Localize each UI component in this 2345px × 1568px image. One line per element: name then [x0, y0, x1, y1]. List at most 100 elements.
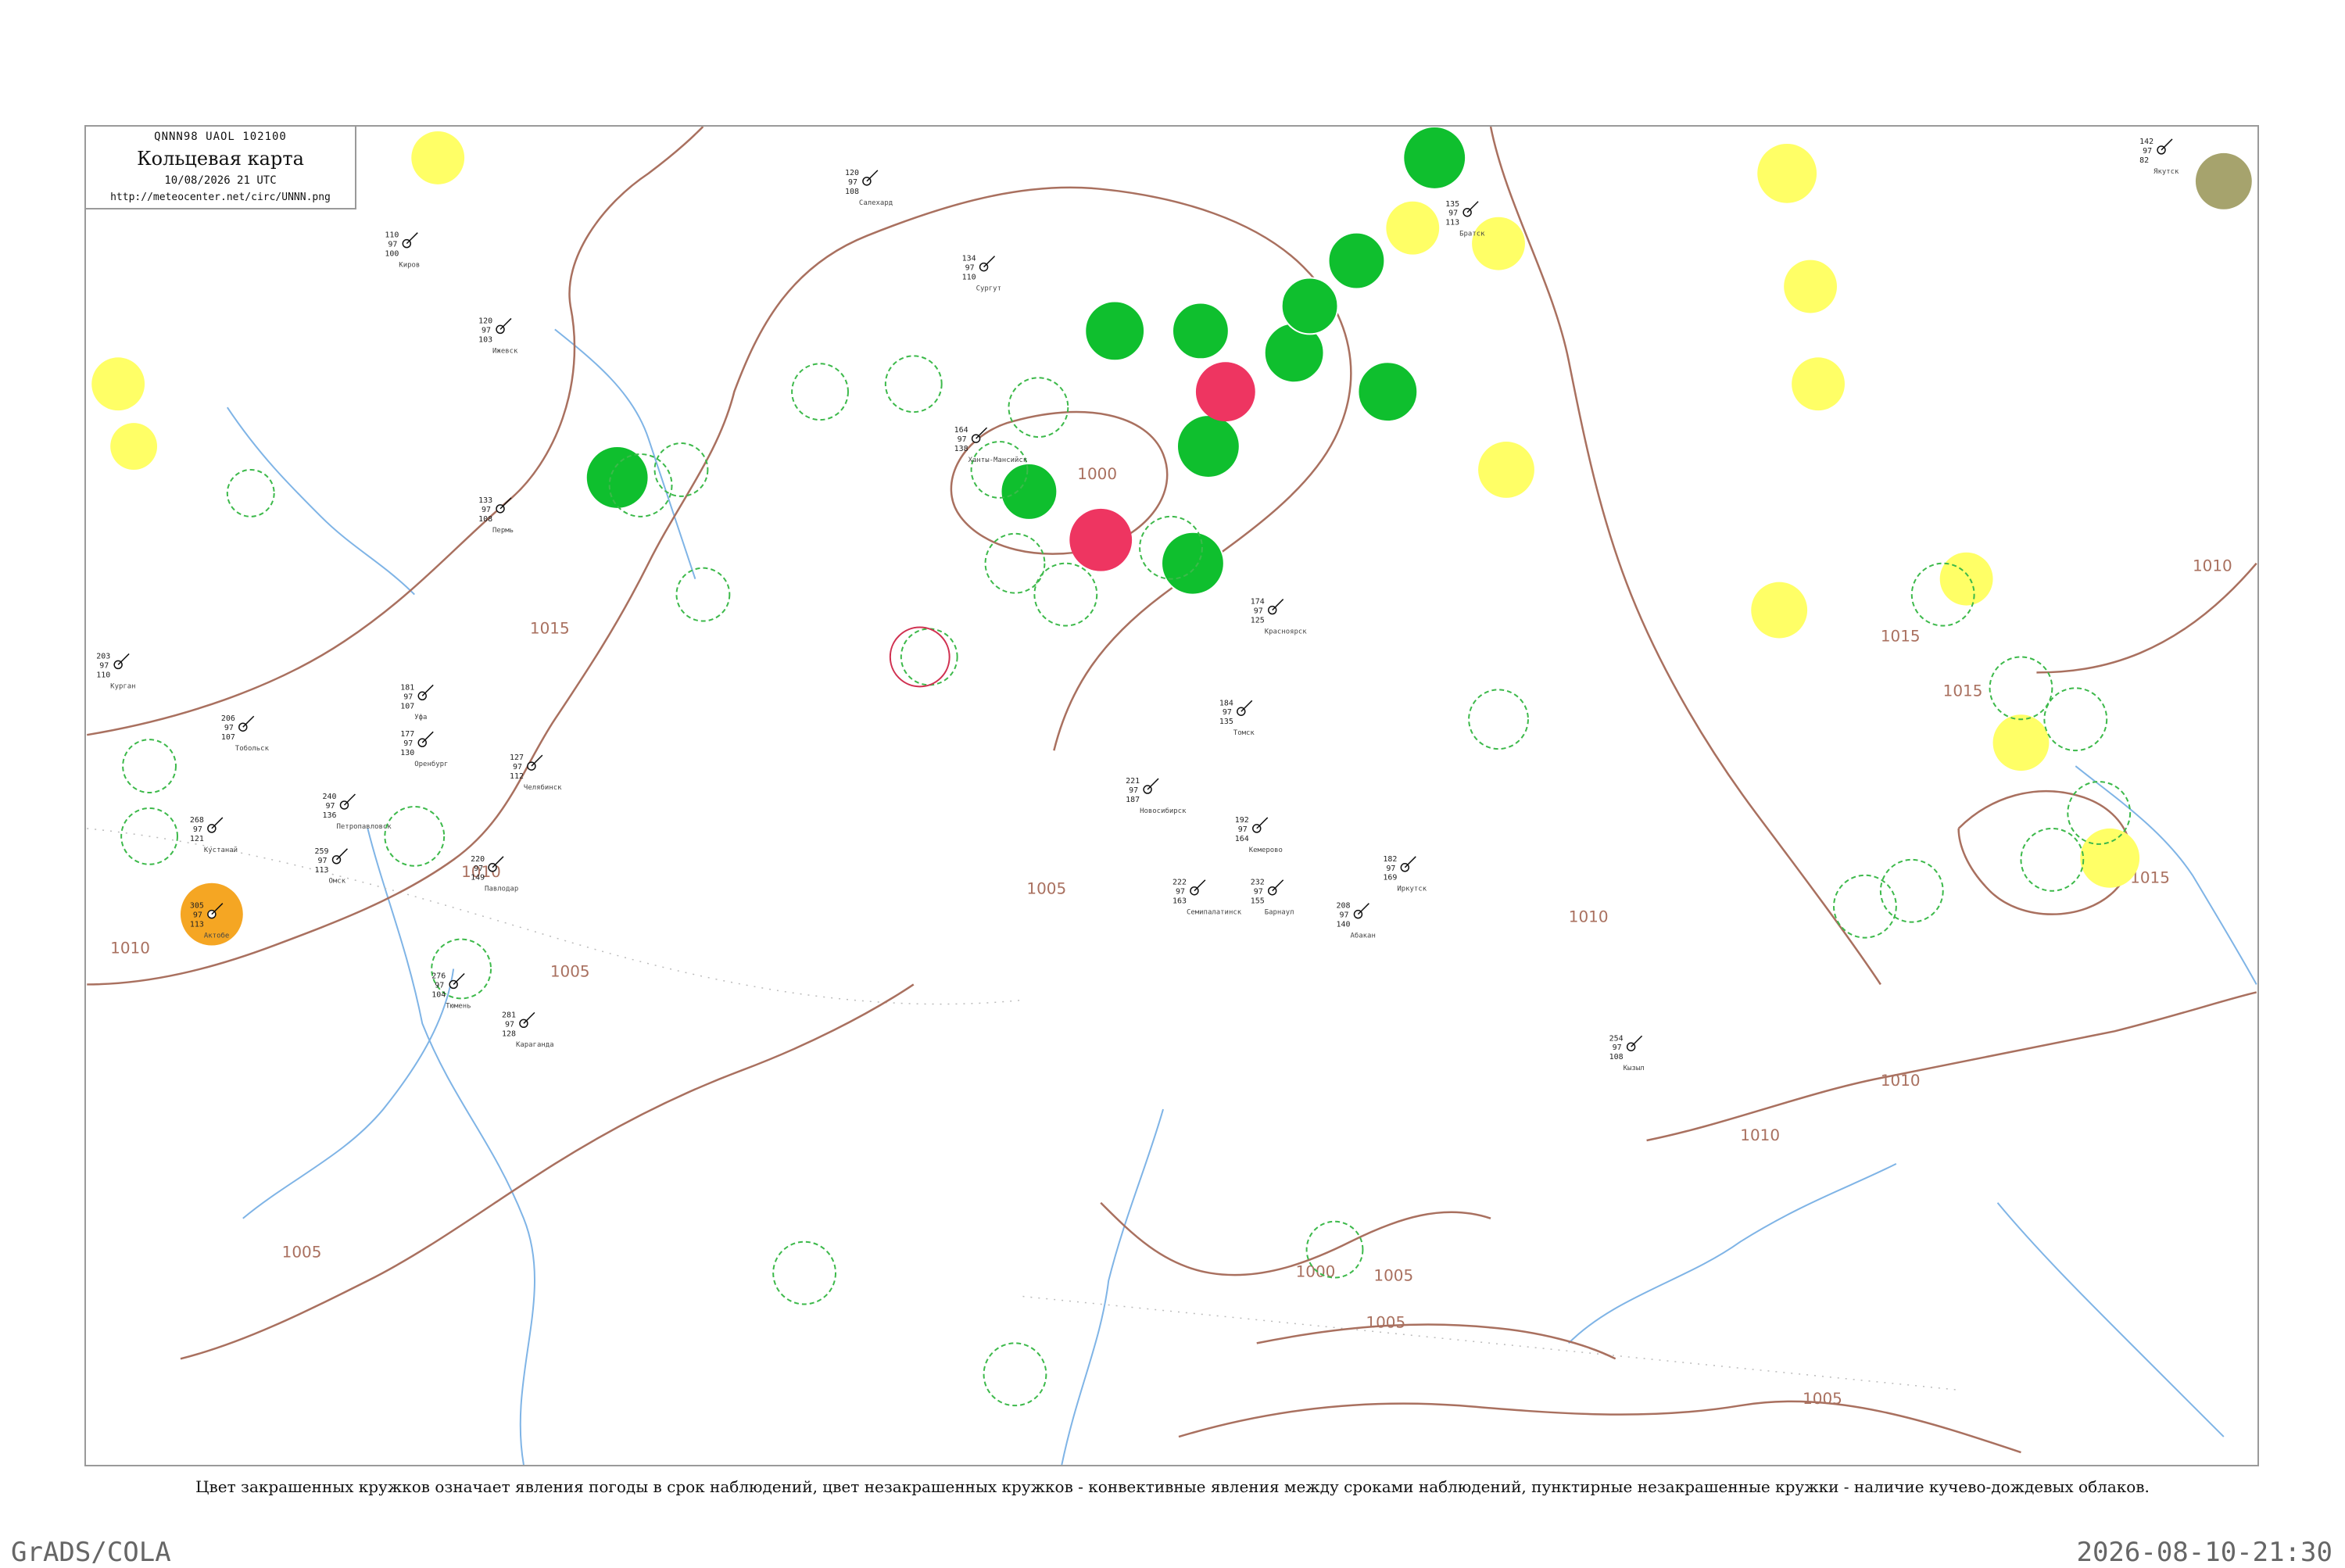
station-plot: 13497110Сургут — [962, 255, 1001, 293]
isobar-1005-south — [1178, 1400, 2021, 1454]
station-dewpoint-line: 97 — [958, 435, 967, 444]
station-dewpoint-line: 97 — [326, 802, 335, 811]
heavy-rain-circle — [1195, 362, 1255, 422]
station-dewpoint-line: 97 — [1176, 888, 1185, 897]
isobar-label: 1000 — [1077, 464, 1117, 483]
station-plot: 20697107Тобольск — [221, 714, 270, 753]
wind-barb-icon — [1272, 599, 1284, 611]
rain-circle — [1784, 260, 1838, 313]
station-plot: 26897121Кустанай — [190, 816, 238, 854]
wind-barb-icon — [983, 256, 996, 268]
station-plot: 12097103Ижевск — [478, 317, 518, 355]
wind-barb-icon — [2161, 138, 2173, 151]
isobar-label: 1010 — [110, 939, 150, 958]
cumulonimbus-circle — [1989, 656, 2053, 721]
station-dewpoint-line: 97 — [1129, 786, 1138, 795]
isobar-label: 1010 — [1569, 908, 1609, 926]
river-irtysh — [242, 968, 455, 1219]
station-name: Томск — [1233, 729, 1255, 737]
station-name: Тюмень — [446, 1002, 471, 1010]
station-name: Павлодар — [485, 886, 518, 893]
wind-barb-icon — [117, 653, 130, 665]
station-name: Омск — [329, 878, 346, 886]
wind-barb-icon — [453, 972, 465, 985]
wind-barb-icon — [242, 715, 255, 728]
cumulonimbus-circle — [1879, 858, 1944, 923]
station-name: Оренбург — [414, 760, 448, 768]
station-pressure: 107 — [221, 733, 235, 742]
thunderstorm-circle — [1000, 462, 1058, 521]
map-canvas: 1015 1010 1005 1000 1005 1000 1005 1005 … — [87, 127, 2257, 1465]
rain-circle — [1792, 357, 1845, 411]
isobar-label: 1005 — [1026, 879, 1066, 898]
station-plot: 25997113Омск — [315, 847, 348, 886]
station-plot: 16497138Ханты-Мансийск — [954, 426, 1028, 464]
station-dewpoint-line: 97 — [99, 661, 109, 670]
thunderstorm-circle — [1402, 127, 1467, 190]
station-plot: 22197187Новосибирск — [1126, 777, 1187, 815]
river-lena — [1568, 1163, 1897, 1344]
station-dewpoint-line: 97 — [193, 911, 202, 920]
isobar-label: 1005 — [1803, 1389, 1842, 1408]
isobar-label: 1005 — [550, 961, 590, 980]
river-angara — [1996, 1202, 2225, 1437]
station-temperature: 254 — [1609, 1034, 1624, 1043]
wind-barb-icon — [1147, 778, 1159, 790]
station-pressure: 149 — [471, 874, 485, 882]
station-pressure: 140 — [1337, 921, 1351, 929]
isobar-label: 1015 — [1943, 681, 1983, 700]
station-temperature: 164 — [954, 426, 968, 435]
wind-barb-icon — [1272, 879, 1284, 892]
wind-barb-icon — [499, 497, 512, 510]
map-datetime: 10/08/2026 21 UTC — [164, 174, 277, 187]
isobar-1010-east — [1646, 991, 2257, 1142]
map-url: http://meteocenter.net/circ/UNNN.png — [110, 192, 331, 203]
station-plot: 19297164Кемерово — [1235, 816, 1283, 854]
station-plot: 1429782 Якутск — [2139, 138, 2179, 176]
cumulonimbus-circle — [653, 442, 709, 497]
borders-layer — [87, 828, 1959, 1391]
station-name: Киров — [399, 262, 420, 270]
station-pressure: 155 — [1251, 897, 1265, 906]
station-plot: 18497135Томск — [1219, 699, 1255, 737]
station-temperature: 222 — [1172, 879, 1187, 887]
station-dewpoint-line: 97 — [848, 178, 857, 187]
station-dewpoint-line: 97 — [505, 1020, 514, 1029]
station-pressure: 136 — [323, 811, 337, 820]
rain-circle — [1757, 143, 1817, 203]
isobar-label: 1000 — [1296, 1262, 1336, 1281]
thunderstorm-circle — [1357, 361, 1419, 423]
station-temperature: 177 — [400, 730, 414, 739]
station-name: Новосибирск — [1140, 807, 1187, 815]
station-name: Караганда — [516, 1041, 554, 1049]
isobars-layer — [87, 127, 2257, 1454]
wind-barb-icon — [421, 684, 434, 696]
cumulonimbus-circle — [2043, 687, 2108, 752]
cumulonimbus-circle — [226, 468, 275, 517]
station-dewpoint-line: 97 — [318, 857, 328, 865]
station-plot: 11097100Киров — [385, 231, 420, 270]
station-temperature: 134 — [962, 255, 976, 263]
station-temperature: 208 — [1337, 902, 1351, 911]
station-dewpoint-line: 97 — [1254, 888, 1263, 897]
wind-barb-icon — [335, 848, 348, 861]
station-pressure: 163 — [1172, 897, 1187, 906]
wind-barb-icon — [406, 232, 418, 245]
station-dewpoint-line: 97 — [1223, 708, 1232, 717]
station-name: Курган — [110, 682, 135, 690]
cumulonimbus-circle — [2020, 827, 2085, 892]
station-temperature: 135 — [1445, 200, 1459, 209]
map-title: Кольцевая карта — [137, 148, 304, 170]
station-dewpoint-line: 97 — [965, 264, 975, 273]
cumulonimbus-circle — [884, 355, 943, 413]
wind-barb-icon — [1466, 201, 1479, 213]
station-pressure: 108 — [1609, 1053, 1624, 1061]
station-temperature: 174 — [1251, 598, 1265, 607]
isobar-1000-low — [950, 410, 1169, 555]
cumulonimbus-circle — [384, 805, 446, 867]
station-name: Уфа — [414, 714, 427, 721]
rivers-layer — [226, 328, 2257, 1465]
station-name: Кызыл — [1624, 1065, 1645, 1072]
station-plot: 17497125Красноярск — [1251, 598, 1308, 636]
isobar-label: 1005 — [1373, 1266, 1413, 1285]
